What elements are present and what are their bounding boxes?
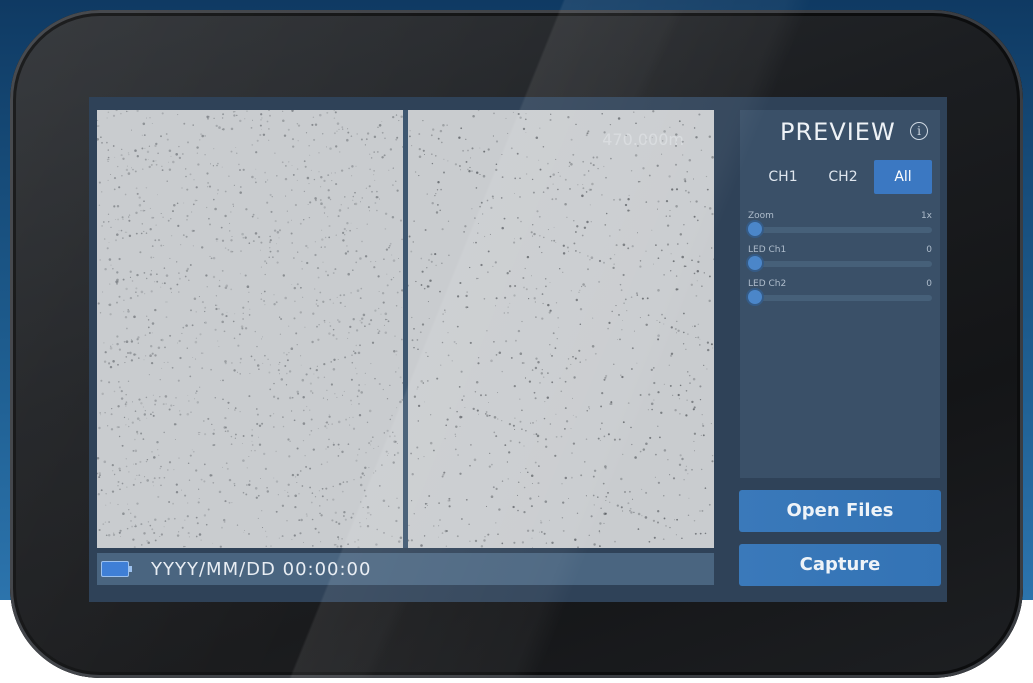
panel-title: PREVIEW xyxy=(780,118,896,146)
led-ch1-slider[interactable]: LED Ch1 0 xyxy=(748,245,932,273)
scale-label: 470.000m xyxy=(602,130,684,149)
led-ch2-slider[interactable]: LED Ch2 0 xyxy=(748,279,932,307)
channel-1-view[interactable] xyxy=(97,110,403,548)
channel-2-image xyxy=(408,110,714,548)
channel-tabs: CH1 CH2 All xyxy=(748,160,932,194)
led-ch1-track[interactable] xyxy=(756,261,932,267)
led-ch1-label: LED Ch1 xyxy=(748,245,787,255)
zoom-slider[interactable]: Zoom 1x xyxy=(748,211,932,239)
app-screen: 470.000m YYYY/MM/DD 00:00:00 PREVIEW i C… xyxy=(89,97,947,602)
channel-2-view[interactable]: 470.000m xyxy=(408,110,714,548)
open-files-button[interactable]: Open Files xyxy=(739,490,941,532)
tab-all[interactable]: All xyxy=(874,160,932,194)
led-ch2-label: LED Ch2 xyxy=(748,279,787,289)
preview-panel: PREVIEW i CH1 CH2 All Zoom 1x LED Ch1 0 … xyxy=(740,110,940,478)
battery-tip xyxy=(129,566,132,572)
led-ch2-value: 0 xyxy=(926,279,932,289)
datetime-display: YYYY/MM/DD 00:00:00 xyxy=(151,559,372,580)
zoom-label: Zoom xyxy=(748,211,774,221)
zoom-knob[interactable] xyxy=(748,222,762,236)
channel-1-image xyxy=(97,110,403,548)
zoom-track[interactable] xyxy=(756,227,932,233)
battery-icon xyxy=(101,561,129,577)
led-ch1-knob[interactable] xyxy=(748,256,762,270)
led-ch2-knob[interactable] xyxy=(748,290,762,304)
led-ch1-value: 0 xyxy=(926,245,932,255)
tab-ch1[interactable]: CH1 xyxy=(754,160,812,194)
info-icon[interactable]: i xyxy=(910,122,928,140)
tab-ch2[interactable]: CH2 xyxy=(814,160,872,194)
status-bar: YYYY/MM/DD 00:00:00 xyxy=(97,553,714,585)
capture-button[interactable]: Capture xyxy=(739,544,941,586)
image-viewer: 470.000m xyxy=(97,110,714,548)
zoom-value: 1x xyxy=(920,211,932,221)
led-ch2-track[interactable] xyxy=(756,295,932,301)
